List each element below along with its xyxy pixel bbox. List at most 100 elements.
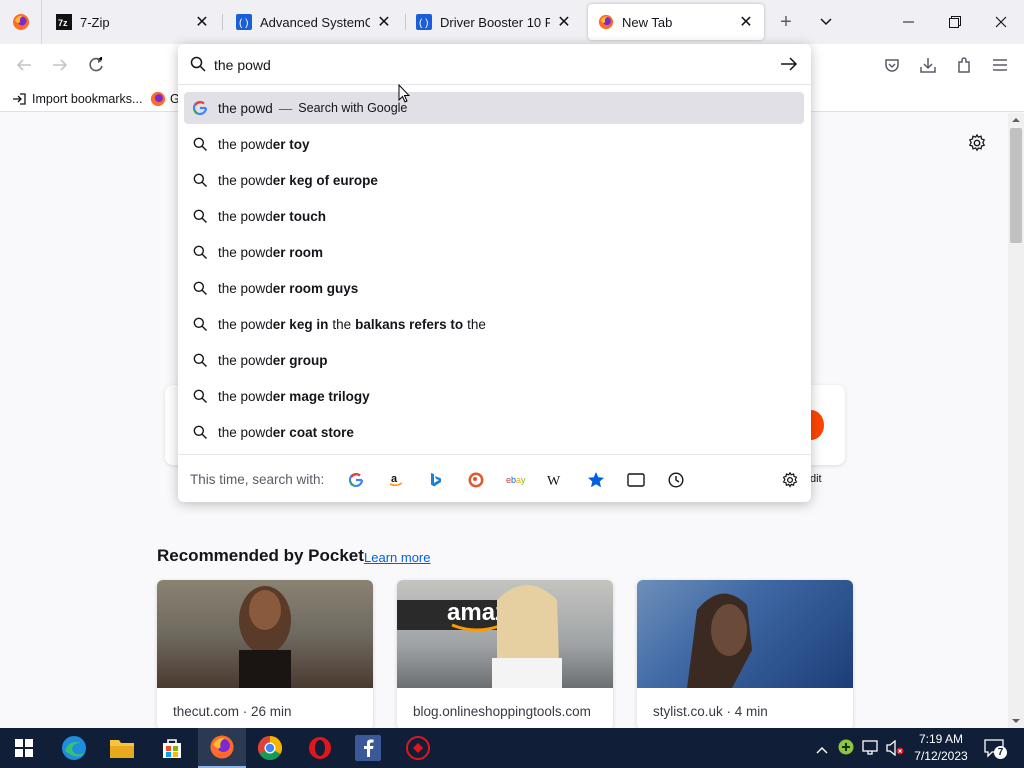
notification-count: 7	[994, 746, 1007, 759]
suggestion-item[interactable]: the powd er toy	[184, 128, 804, 160]
one-off-search-bar: This time, search with: a ebay W	[178, 454, 811, 502]
tab-advanced-systemcare[interactable]: ( ) Advanced SystemCare ✕	[226, 4, 402, 40]
duckduckgo-icon[interactable]	[466, 470, 486, 490]
suggestion-typed: the powd	[218, 172, 273, 188]
suggestion-item[interactable]: the powd er group	[184, 344, 804, 376]
back-icon[interactable]	[14, 55, 34, 75]
article-image	[157, 580, 373, 690]
forward-icon[interactable]	[50, 55, 70, 75]
list-all-tabs-icon[interactable]	[808, 0, 844, 44]
notification-center-icon[interactable]: 7	[984, 738, 1007, 761]
firefox-taskbar-icon[interactable]	[198, 728, 246, 768]
chrome-icon[interactable]	[246, 728, 294, 768]
tab-new-tab[interactable]: New Tab ✕	[588, 4, 764, 40]
volume-muted-icon[interactable]	[886, 739, 904, 759]
suggestion-item[interactable]: the powd er room guys	[184, 272, 804, 304]
network-icon[interactable]	[862, 740, 880, 759]
suggestion-item[interactable]: the powd er touch	[184, 200, 804, 232]
minimize-icon[interactable]	[886, 0, 932, 44]
pocket-card[interactable]: amazon blog.onlineshoppingtools.com	[397, 580, 613, 730]
close-tab-icon[interactable]: ✕	[376, 14, 392, 31]
close-window-icon[interactable]	[978, 0, 1024, 44]
bookmarks-icon[interactable]	[586, 470, 606, 490]
tab-label: 7-Zip	[80, 14, 110, 30]
downloads-icon[interactable]	[918, 55, 938, 75]
suggestion-separator: —	[278, 100, 293, 116]
suggestion-action: Search with Google	[298, 101, 408, 115]
show-hidden-icons-icon[interactable]	[816, 742, 828, 757]
store-icon[interactable]	[148, 728, 196, 768]
clock-date: 7/12/2023	[914, 749, 968, 763]
facebook-icon[interactable]	[344, 728, 392, 768]
suggestion-completion: balkans refers to	[355, 316, 464, 332]
learn-more-link[interactable]: Learn more	[364, 550, 430, 565]
wikipedia-icon[interactable]: W	[546, 470, 566, 490]
pocket-card[interactable]: stylist.co.uk · 4 min	[637, 580, 853, 730]
tab-label: Driver Booster 10 Free	[440, 14, 550, 30]
clock[interactable]: 7:19 AM 7/12/2023	[910, 731, 972, 765]
pocket-icon[interactable]	[882, 55, 902, 75]
ebay-icon[interactable]: ebay	[506, 470, 526, 490]
7zip-icon: 7z	[56, 14, 72, 30]
firefox-menu-icon[interactable]	[0, 0, 42, 44]
url-input[interactable]	[214, 54, 774, 76]
bookmark-item[interactable]: G	[150, 90, 180, 108]
start-icon[interactable]	[0, 728, 48, 768]
google-icon[interactable]	[346, 470, 366, 490]
scrollbar-thumb[interactable]	[1010, 128, 1022, 243]
urlbar-popup: the powd — Search with Google the powder…	[178, 44, 811, 502]
suggestion-search-with-google[interactable]: the powd — Search with Google	[184, 92, 804, 124]
suggestion-item[interactable]: the powd er mage trilogy	[184, 380, 804, 412]
go-arrow-icon[interactable]	[780, 56, 798, 75]
pocket-card[interactable]: thecut.com · 26 min	[157, 580, 373, 730]
app-icon[interactable]	[394, 728, 442, 768]
urlbar	[178, 44, 811, 85]
app-menu-icon[interactable]	[990, 55, 1010, 75]
tray-app-icon[interactable]	[838, 739, 854, 758]
close-tab-icon[interactable]: ✕	[738, 14, 754, 31]
edge-icon[interactable]	[50, 728, 98, 768]
svg-text:a: a	[391, 473, 398, 485]
suggestion-completion: er room guys	[272, 280, 359, 296]
suggestion-typed: the powd	[218, 280, 273, 296]
article-image	[637, 580, 853, 688]
suggestion-item[interactable]: the powd er room	[184, 236, 804, 268]
svg-text:W: W	[547, 474, 561, 487]
import-bookmarks-label: Import bookmarks...	[32, 92, 143, 106]
card-source: stylist.co.uk · 4 min	[653, 704, 768, 719]
bing-icon[interactable]	[426, 470, 446, 490]
google-icon	[192, 100, 208, 116]
suggestion-completion: er touch	[272, 208, 327, 224]
opera-icon[interactable]	[296, 728, 344, 768]
suggestion-item[interactable]: the powd er keg in the balkans refers to t…	[184, 308, 804, 340]
tab-driver-booster[interactable]: ( ) Driver Booster 10 Free ✕	[406, 4, 582, 40]
search-settings-icon[interactable]	[780, 470, 800, 490]
suggestion-completion: er keg of europe	[272, 172, 378, 188]
suggestion-item[interactable]: the powd er coat store	[184, 416, 804, 448]
edit-label[interactable]: dit	[810, 473, 822, 485]
svg-text:( ): ( )	[239, 18, 248, 29]
site-icon: ( )	[236, 14, 252, 30]
one-off-label: This time, search with:	[190, 472, 325, 487]
suggestion-completion: er keg in	[272, 316, 329, 332]
svg-text:ebay: ebay	[506, 475, 526, 485]
close-tab-icon[interactable]: ✕	[194, 14, 210, 31]
settings-gear-icon[interactable]	[968, 133, 988, 154]
close-tab-icon[interactable]: ✕	[556, 14, 572, 31]
restore-icon[interactable]	[932, 0, 978, 44]
tab-7zip[interactable]: 7z 7-Zip ✕	[46, 4, 220, 40]
reload-icon[interactable]	[86, 55, 106, 75]
suggestion-tail: the	[467, 316, 486, 332]
history-icon[interactable]	[666, 470, 686, 490]
extensions-icon[interactable]	[954, 55, 974, 75]
suggestion-mid: the	[332, 316, 352, 332]
tabs-icon[interactable]	[626, 470, 646, 490]
new-tab-icon[interactable]: +	[770, 0, 802, 44]
suggestion-completion: er mage trilogy	[272, 388, 370, 404]
suggestion-item[interactable]: the powd er keg of europe	[184, 164, 804, 196]
suggestion-typed: the powd	[218, 244, 273, 260]
amazon-icon[interactable]: a	[386, 470, 406, 490]
file-explorer-icon[interactable]	[98, 728, 146, 768]
site-icon: ( )	[416, 14, 432, 30]
import-bookmarks-button[interactable]: Import bookmarks...	[12, 90, 142, 108]
